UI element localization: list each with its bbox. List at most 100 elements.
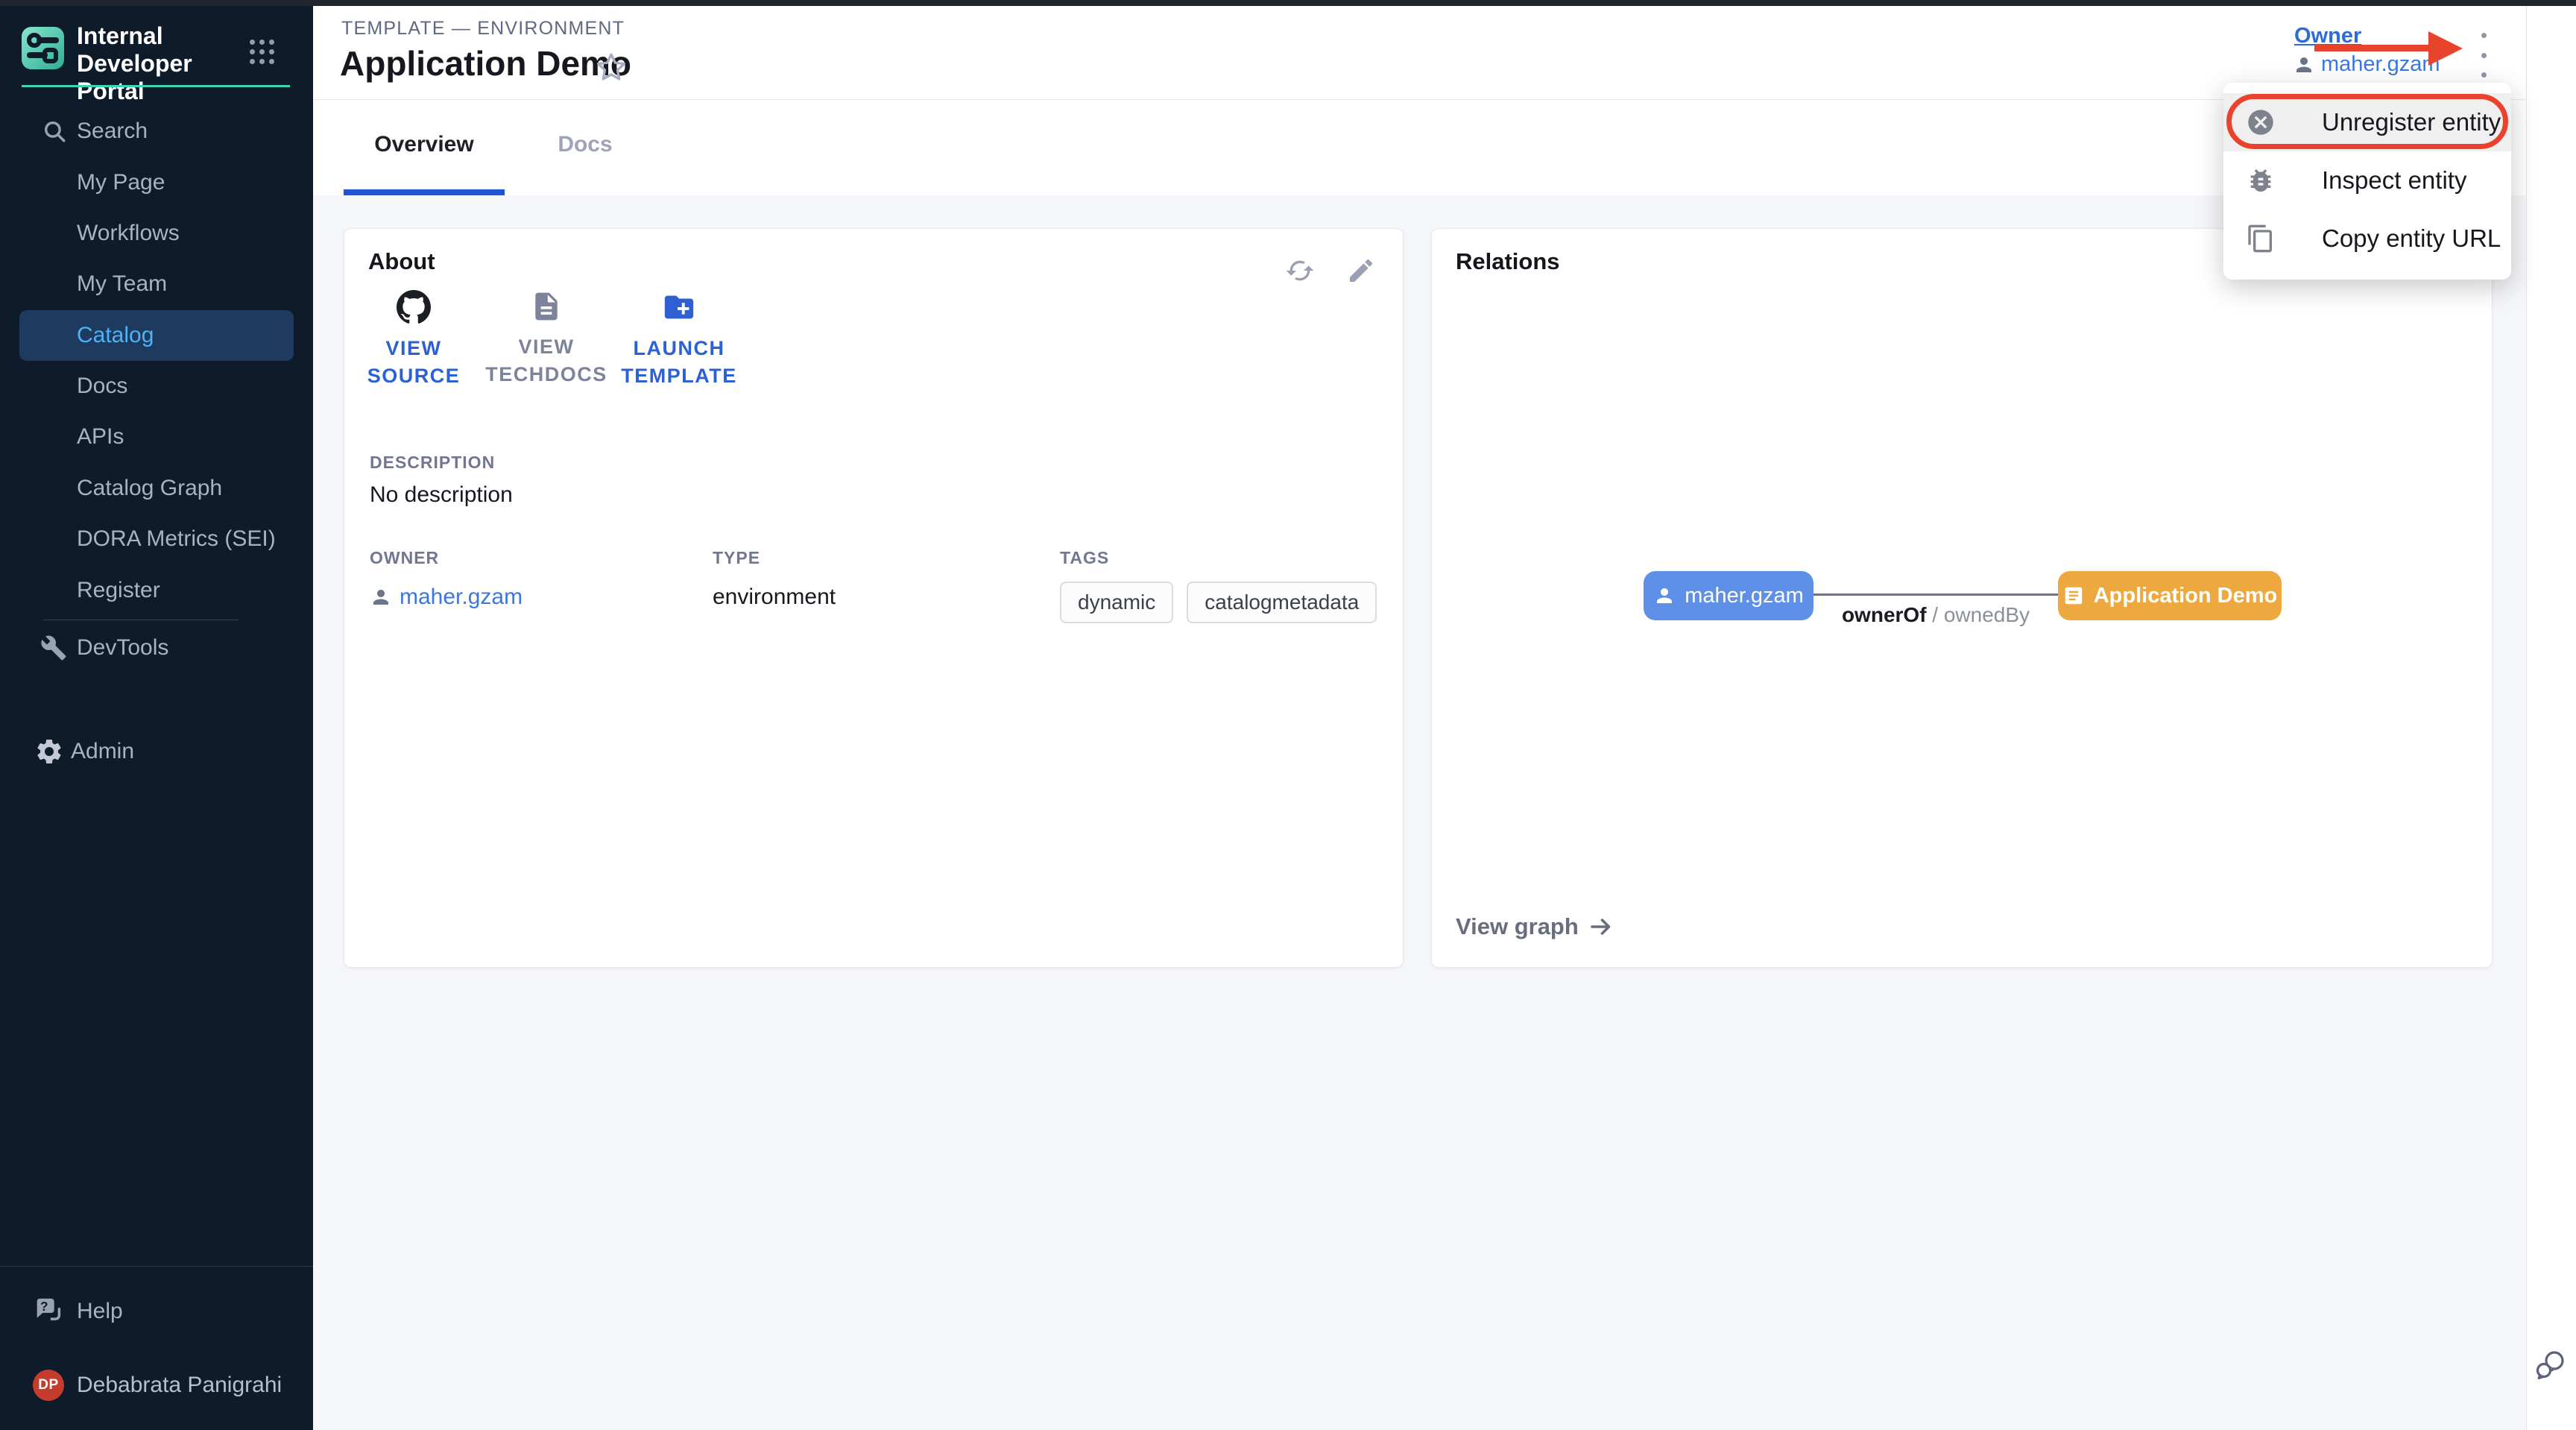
- relation-edge: [1813, 593, 2058, 596]
- sidebar-item-docs[interactable]: Docs: [0, 361, 313, 412]
- owner-field: OWNER maher.gzam: [370, 548, 523, 610]
- sidebar-item-devtools[interactable]: DevTools: [0, 623, 313, 673]
- folder-plus-icon: [662, 290, 696, 324]
- menu-item-copy-entity-url[interactable]: Copy entity URL: [2223, 210, 2511, 268]
- chat-bubbles-icon[interactable]: [2533, 1348, 2569, 1388]
- breadcrumb: TEMPLATE — ENVIRONMENT: [341, 18, 625, 40]
- about-card: About VIEW SOURCE VIEW TECHDOCS: [344, 228, 1404, 968]
- person-icon: [2293, 54, 2315, 76]
- graph-node-label: Application Demo: [2094, 584, 2278, 608]
- launch-template-button[interactable]: LAUNCH TEMPLATE: [616, 290, 742, 390]
- edit-pencil-icon[interactable]: [1346, 256, 1376, 289]
- sidebar-user[interactable]: DP Debabrata Panigrahi: [0, 1360, 313, 1411]
- view-graph-link[interactable]: View graph: [1456, 913, 1614, 940]
- sidebar-item-label: Register: [77, 578, 160, 603]
- portal-title: Internal Developer Portal: [77, 22, 263, 105]
- description-value: No description: [370, 482, 513, 508]
- sidebar-item-help[interactable]: ? Help: [0, 1286, 313, 1337]
- page-title: Application Demo: [340, 43, 631, 84]
- tag-chip[interactable]: dynamic: [1060, 582, 1173, 623]
- owner-entity-name: maher.gzam: [2321, 52, 2440, 77]
- sidebar-item-label: Catalog Graph: [77, 476, 222, 501]
- relations-card-title: Relations: [1456, 248, 1560, 275]
- template-doc-icon: [2062, 585, 2085, 607]
- edge-label-secondary: ownedBy: [1944, 603, 2030, 626]
- sidebar-item-my-team[interactable]: My Team: [0, 259, 313, 309]
- sidebar-accent-divider: [22, 85, 290, 87]
- sidebar-item-label: Admin: [71, 739, 134, 764]
- sidebar-item-admin[interactable]: Admin: [0, 726, 313, 777]
- sidebar-item-label: Catalog: [77, 323, 154, 348]
- menu-item-inspect-entity[interactable]: Inspect entity: [2223, 151, 2511, 210]
- view-source-button[interactable]: VIEW SOURCE: [350, 290, 477, 390]
- sidebar-item-my-page[interactable]: My Page: [0, 157, 313, 208]
- view-techdocs-button[interactable]: VIEW TECHDOCS: [483, 290, 610, 390]
- copy-icon: [2246, 224, 2276, 253]
- favorite-star-icon[interactable]: [595, 51, 628, 87]
- owner-field-label: OWNER: [370, 548, 523, 568]
- menu-item-label: Unregister entity: [2322, 108, 2501, 136]
- top-window-strip: [0, 0, 2576, 6]
- action-label-line: TECHDOCS: [485, 361, 607, 388]
- github-icon: [397, 290, 431, 324]
- person-icon: [370, 586, 392, 608]
- sidebar-item-label: APIs: [77, 424, 124, 450]
- graph-node-owner[interactable]: maher.gzam: [1644, 571, 1813, 620]
- help-chat-icon: ?: [31, 1294, 66, 1329]
- sidebar-item-catalog[interactable]: Catalog: [19, 310, 294, 361]
- sidebar-item-label: My Page: [77, 170, 165, 195]
- sidebar-bottom-divider: [0, 1266, 313, 1267]
- sidebar-item-label: Search: [77, 119, 148, 144]
- sidebar-item-label: My Team: [77, 271, 167, 297]
- sidebar-item-dora-metrics[interactable]: DORA Metrics (SEI): [0, 514, 313, 564]
- tab-docs[interactable]: Docs: [505, 99, 666, 189]
- type-field-label: TYPE: [713, 548, 836, 568]
- action-label-line: VIEW: [485, 333, 607, 361]
- sidebar-item-catalog-graph[interactable]: Catalog Graph: [0, 463, 313, 514]
- type-field-value: environment: [713, 585, 836, 610]
- menu-item-unregister-entity[interactable]: Unregister entity: [2223, 93, 2511, 151]
- sidebar: Internal Developer Portal Search My Page…: [0, 6, 313, 1430]
- action-label-line: SOURCE: [367, 362, 461, 390]
- action-label-line: TEMPLATE: [621, 362, 737, 390]
- relation-edge-label: ownerOf / ownedBy: [1813, 603, 2058, 627]
- graph-node-entity[interactable]: Application Demo: [2058, 571, 2282, 620]
- relations-card: Relations ownerOf / ownedBy maher.gzam A…: [1431, 228, 2493, 968]
- owner-field-link[interactable]: maher.gzam: [400, 585, 523, 610]
- sidebar-item-apis[interactable]: APIs: [0, 412, 313, 462]
- tab-overview[interactable]: Overview: [344, 99, 505, 189]
- sidebar-item-workflows[interactable]: Workflows: [0, 208, 313, 259]
- tag-chip[interactable]: catalogmetadata: [1187, 582, 1377, 623]
- cancel-circle-icon: [2246, 107, 2276, 137]
- action-label-line: LAUNCH: [621, 335, 737, 362]
- more-options-kebab-icon[interactable]: [2469, 31, 2498, 79]
- user-name: Debabrata Panigrahi: [77, 1373, 282, 1398]
- sidebar-item-label: DORA Metrics (SEI): [77, 526, 276, 552]
- search-icon: [42, 119, 67, 144]
- owner-entity-link[interactable]: maher.gzam: [2293, 52, 2440, 77]
- menu-item-label: Copy entity URL: [2322, 224, 2501, 253]
- annotation-arrow-head: [2428, 31, 2463, 66]
- sidebar-item-label: Workflows: [77, 221, 180, 246]
- apps-grid-icon[interactable]: [250, 40, 274, 64]
- bug-icon: [2246, 166, 2276, 195]
- arrow-right-icon: [1588, 913, 1614, 940]
- wrench-icon: [40, 634, 67, 661]
- sidebar-item-label: DevTools: [77, 635, 168, 661]
- sidebar-item-label: Help: [77, 1299, 123, 1324]
- person-icon: [1653, 585, 1676, 607]
- tags-field: TAGS dynamic catalogmetadata: [1060, 548, 1377, 623]
- graph-node-label: maher.gzam: [1685, 584, 1804, 608]
- refresh-icon[interactable]: [1285, 256, 1315, 289]
- action-label-line: VIEW: [367, 335, 461, 362]
- menu-item-label: Inspect entity: [2322, 166, 2466, 195]
- edge-label-primary: ownerOf: [1842, 603, 1927, 626]
- type-field: TYPE environment: [713, 548, 836, 610]
- portal-logo-icon: [22, 27, 64, 69]
- annotation-arrow-line: [2314, 45, 2430, 51]
- svg-text:?: ?: [40, 1299, 48, 1314]
- avatar: DP: [33, 1370, 64, 1401]
- entity-context-menu: Unregister entity Inspect entity Copy en…: [2223, 83, 2511, 280]
- sidebar-item-search[interactable]: Search: [0, 106, 313, 157]
- sidebar-item-register[interactable]: Register: [0, 565, 313, 616]
